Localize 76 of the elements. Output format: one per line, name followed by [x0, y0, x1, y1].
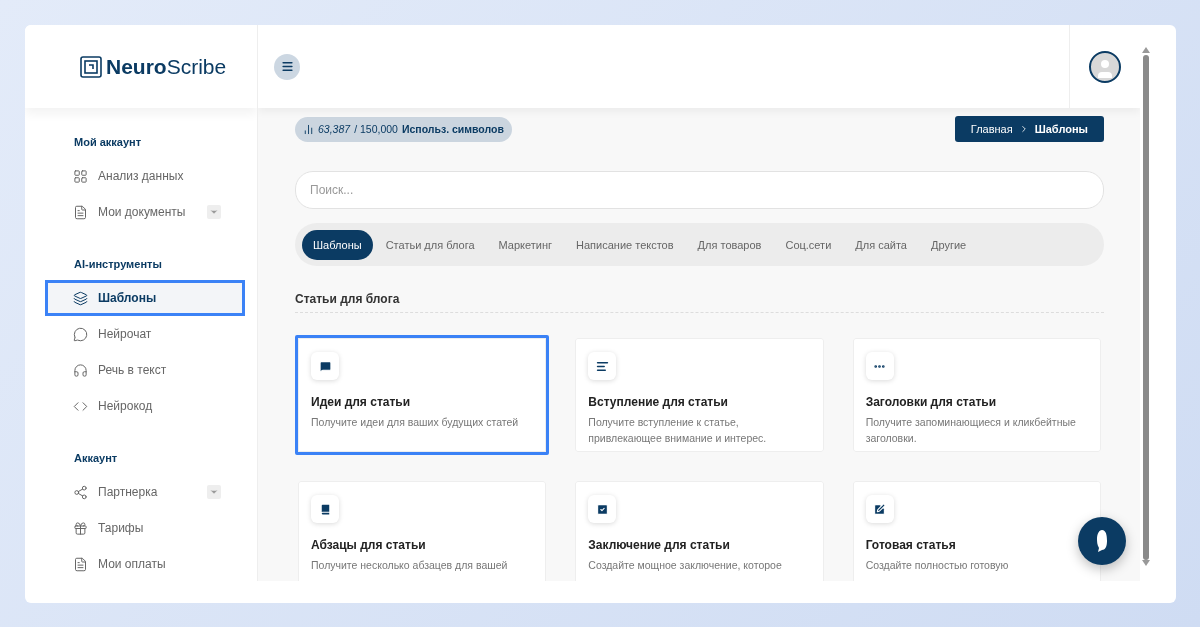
sidebar-item-icon: [73, 520, 88, 536]
card-title: Вступление для статьи: [588, 395, 729, 409]
template-icon: [865, 495, 894, 523]
sidebar-item-label: Шаблоны: [98, 291, 157, 305]
sidebar-item-icon: [73, 362, 88, 378]
template-icon: [311, 495, 339, 523]
template-card[interactable]: Вступление для статьи Получите вступление к статье, привлекающее внимание и интерес.: [572, 335, 827, 455]
logo-text: NeuroScribe: [106, 54, 227, 79]
card-title: Готовая статья: [865, 538, 957, 552]
card-description: Получите идеи для ваших будущих статей: [311, 415, 520, 430]
sidebar-item-icon: [73, 290, 88, 306]
sidebar-item[interactable]: Тарифы: [45, 510, 245, 546]
sidebar-item-icon: [73, 168, 88, 184]
breadcrumb-item[interactable]: Шаблоны: [1034, 123, 1088, 135]
sidebar-section-title: AI-инструменты: [73, 258, 163, 270]
sidebar-item-label: Тарифы: [98, 521, 144, 535]
sidebar-item-icon: [73, 204, 88, 220]
submenu-caret-icon[interactable]: [207, 205, 221, 219]
section-title: Статьи для блога: [295, 292, 1104, 313]
sidebar-item[interactable]: Нейрокод: [45, 388, 245, 424]
submenu-caret-icon[interactable]: [207, 485, 221, 499]
breadcrumb-item[interactable]: Главная: [970, 123, 1013, 135]
template-icon: [588, 352, 617, 380]
template-icon: [588, 495, 617, 523]
card-description: Получите вступление к статье, привлекающее внимание и интерес.: [588, 415, 768, 446]
menu-button[interactable]: [274, 53, 300, 80]
category-tab[interactable]: Соц.сети: [774, 229, 843, 260]
category-tab[interactable]: Для сайта: [844, 229, 918, 260]
menu-icon: [280, 60, 294, 73]
sidebar-item[interactable]: Партнерка: [45, 474, 245, 510]
category-tab[interactable]: Статьи для блога: [374, 229, 486, 260]
sidebar-item[interactable]: Речь в текст: [45, 352, 245, 388]
scroll-up-icon[interactable]: [1142, 47, 1150, 53]
sidebar-item[interactable]: Нейрочат: [45, 316, 245, 352]
category-tab[interactable]: Другие: [920, 229, 978, 260]
card-title: Заголовки для статьи: [865, 395, 998, 409]
usage-used: 63,387: [318, 123, 351, 135]
template-card[interactable]: Идеи для статьи Получите идеи для ваших будущих статей: [295, 335, 550, 455]
sidebar-item-label: Партнерка: [98, 485, 158, 499]
sidebar-item[interactable]: Анализ данных: [45, 158, 245, 194]
sidebar-section-title: Аккаунт: [73, 452, 119, 464]
category-tab[interactable]: Написание текстов: [565, 229, 685, 260]
category-tab[interactable]: Маркетинг: [487, 229, 564, 260]
template-card[interactable]: Заключение для статьи Создайте мощное заключение, которое: [572, 478, 827, 581]
card-title: Абзацы для статьи: [311, 538, 427, 552]
card-title: Идеи для статьи: [311, 395, 412, 409]
search-field[interactable]: Поиск...: [295, 171, 1104, 209]
chart-icon: [303, 123, 314, 135]
sidebar-item-label: Нейрочат: [98, 327, 152, 341]
card-description: Получите несколько абзацев для вашей: [311, 558, 509, 573]
logo-icon: [80, 55, 102, 78]
usage-total: / 150,000: [354, 123, 398, 135]
sidebar-item-label: Речь в текст: [98, 363, 167, 377]
sidebar-item-icon: [73, 326, 88, 342]
sidebar-item-label: Анализ данных: [98, 169, 184, 183]
sidebar-item[interactable]: Шаблоны: [45, 280, 245, 316]
template-icon: [311, 352, 339, 380]
scroll-down-icon[interactable]: [1142, 560, 1150, 566]
sidebar-section-title: Мой аккаунт: [73, 136, 143, 148]
sidebar-item-icon: [73, 484, 88, 500]
category-tab[interactable]: Шаблоны: [302, 229, 373, 260]
card-description: Получите запоминающиеся и кликбейтные заголовки.: [865, 415, 1077, 446]
sidebar-item[interactable]: Мои документы: [45, 194, 245, 230]
sidebar-item-label: Мои оплаты: [98, 557, 166, 571]
category-tab[interactable]: Для товаров: [686, 229, 773, 260]
sidebar-item[interactable]: Мои оплаты: [45, 546, 245, 581]
sidebar-item-icon: [73, 556, 88, 572]
sidebar-item-label: Нейрокод: [98, 399, 153, 413]
chat-bubble-icon: [1095, 529, 1109, 553]
avatar-icon[interactable]: [1089, 50, 1121, 83]
card-description: Создайте полностью готовую: [865, 558, 1010, 573]
card-title: Заключение для статьи: [588, 538, 731, 552]
usage-label: Использ. символов: [401, 123, 504, 135]
template-icon: [865, 352, 894, 380]
sidebar-item-label: Мои документы: [98, 205, 186, 219]
card-description: Создайте мощное заключение, которое: [588, 558, 783, 573]
